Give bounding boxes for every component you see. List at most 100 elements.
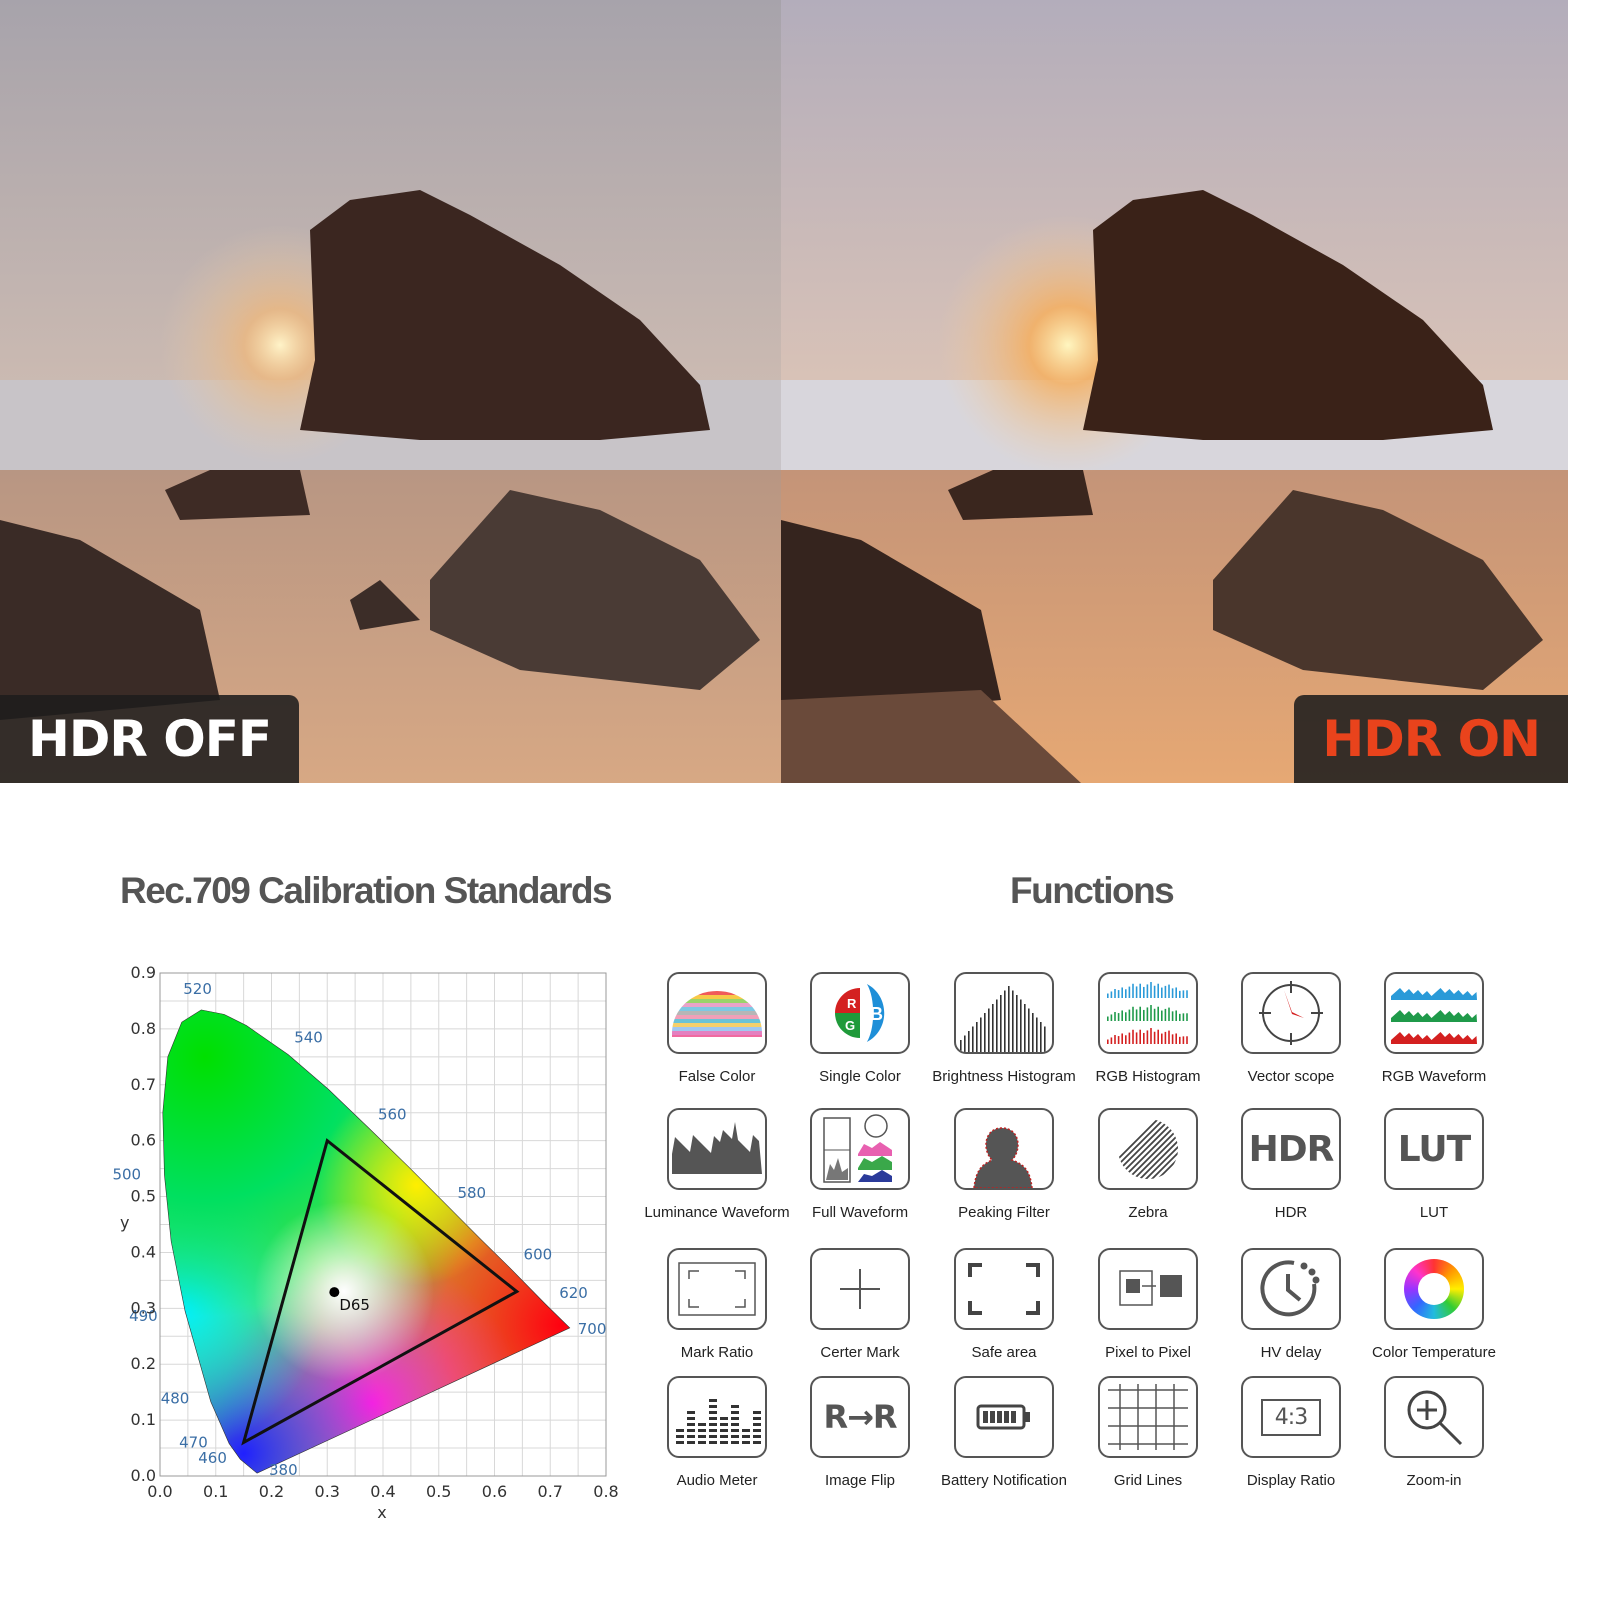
function-label: Safe area xyxy=(971,1344,1037,1361)
function-label: Peaking Filter xyxy=(958,1204,1050,1221)
function-color-temperature: Color Temperature xyxy=(1359,1248,1509,1361)
svg-text:R: R xyxy=(847,996,857,1011)
x-axis-label: x xyxy=(377,1503,386,1522)
function-peaking-filter: Peaking Filter xyxy=(929,1108,1079,1221)
wavelength-label: 520 xyxy=(183,980,212,998)
function-label: Pixel to Pixel xyxy=(1105,1344,1191,1361)
hv-delay-icon xyxy=(1256,1254,1326,1324)
rgb-histogram-icon xyxy=(1103,978,1193,1048)
safe-area-icon xyxy=(964,1259,1044,1319)
wavelength-label: 460 xyxy=(198,1449,227,1467)
function-icon-box xyxy=(1098,1376,1198,1458)
d65-label: D65 xyxy=(339,1296,370,1314)
wavelength-label: 470 xyxy=(179,1434,208,1452)
function-display-ratio: 4:3 Display Ratio xyxy=(1216,1376,1366,1489)
y-tick-label: 0.8 xyxy=(131,1019,156,1038)
function-label: Full Waveform xyxy=(811,1204,909,1221)
function-full-waveform: Full Waveform xyxy=(785,1108,935,1221)
y-tick-label: 0.2 xyxy=(131,1354,156,1373)
single-color-icon: RGB xyxy=(825,978,895,1048)
function-icon-box xyxy=(1098,1108,1198,1190)
y-tick-label: 0.3 xyxy=(131,1298,156,1317)
function-lut: LUT LUT xyxy=(1359,1108,1509,1221)
function-icon-box: RGB xyxy=(810,972,910,1054)
function-icon-box xyxy=(1384,1376,1484,1458)
y-tick-label: 0.7 xyxy=(131,1075,156,1094)
wavelength-label: 600 xyxy=(524,1246,553,1264)
x-tick-label: 0.1 xyxy=(203,1482,228,1501)
wavelength-label: 580 xyxy=(457,1184,486,1202)
x-tick-label: 0.8 xyxy=(593,1482,618,1501)
function-label: RGB Histogram xyxy=(1095,1068,1201,1085)
function-label: Color Temperature xyxy=(1372,1344,1496,1361)
wavelength-label: 500 xyxy=(112,1165,141,1183)
function-icon-box: HDR xyxy=(1241,1108,1341,1190)
lut-icon: LUT xyxy=(1397,1128,1471,1170)
x-tick-label: 0.6 xyxy=(482,1482,507,1501)
function-icon-box xyxy=(1098,972,1198,1054)
function-icon-box xyxy=(1098,1248,1198,1330)
function-icon-box xyxy=(1241,972,1341,1054)
function-icon-box xyxy=(1384,1248,1484,1330)
function-false-color: False Color xyxy=(642,972,792,1085)
display-ratio-icon: 4:3 xyxy=(1260,1398,1322,1436)
hdr-off-label: HDR OFF xyxy=(0,695,300,783)
function-vector-scope: Vector scope xyxy=(1216,972,1366,1085)
wavelength-label: 540 xyxy=(294,1029,323,1047)
function-certer-mark: Certer Mark xyxy=(785,1248,935,1361)
function-icon-box xyxy=(667,1108,767,1190)
hdr-on-photo: HDR ON xyxy=(781,0,1568,783)
function-icon-box xyxy=(1384,972,1484,1054)
d65-white-point xyxy=(329,1287,340,1298)
function-label: HDR xyxy=(1274,1204,1308,1221)
battery-icon xyxy=(974,1402,1034,1432)
zebra-icon xyxy=(1113,1114,1183,1184)
wavelength-label: 380 xyxy=(269,1461,298,1479)
wavelength-label: 560 xyxy=(378,1105,407,1123)
function-label: Image Flip xyxy=(824,1472,896,1489)
pixel-to-pixel-icon xyxy=(1106,1261,1190,1317)
grid-lines-icon xyxy=(1106,1382,1190,1452)
audio-meter-icon xyxy=(672,1387,762,1447)
image-flip-icon: R→R xyxy=(823,1398,897,1436)
function-luminance-waveform: Luminance Waveform xyxy=(642,1108,792,1221)
full-waveform-icon xyxy=(820,1112,900,1186)
function-icon-box: LUT xyxy=(1384,1108,1484,1190)
wavelength-label: 700 xyxy=(578,1320,607,1338)
functions-title: Functions xyxy=(1010,870,1175,911)
function-zebra: Zebra xyxy=(1073,1108,1223,1221)
function-label: Zebra xyxy=(1128,1204,1168,1221)
function-safe-area: Safe area xyxy=(929,1248,1079,1361)
luminance-waveform-icon xyxy=(672,1119,762,1179)
function-label: Certer Mark xyxy=(820,1344,900,1361)
x-tick-label: 0.4 xyxy=(370,1482,395,1501)
function-icon-box: R→R xyxy=(810,1376,910,1458)
function-label: Single Color xyxy=(819,1068,901,1085)
y-axis-label: y xyxy=(120,1213,129,1232)
function-icon-box xyxy=(810,1108,910,1190)
function-label: Zoom-in xyxy=(1406,1472,1462,1489)
function-icon-box xyxy=(667,972,767,1054)
y-tick-label: 0.5 xyxy=(131,1187,156,1206)
function-icon-box xyxy=(1241,1248,1341,1330)
svg-text:G: G xyxy=(845,1018,855,1033)
rgb-waveform-icon xyxy=(1391,980,1477,1046)
function-rgb-histogram: RGB Histogram xyxy=(1073,972,1223,1085)
center-mark-icon xyxy=(835,1264,885,1314)
zoom-in-icon xyxy=(1399,1382,1469,1452)
mark-ratio-icon xyxy=(675,1259,759,1319)
cie-chromaticity-chart: D653804604704804905005205405605806006207… xyxy=(112,963,618,1522)
y-tick-label: 0.6 xyxy=(131,1131,156,1150)
function-icon-box xyxy=(667,1248,767,1330)
function-icon-box xyxy=(954,1108,1054,1190)
function-label: Mark Ratio xyxy=(680,1344,754,1361)
y-tick-label: 0.4 xyxy=(131,1242,156,1261)
peaking-filter-icon xyxy=(956,1110,1052,1188)
vector-scope-icon xyxy=(1256,978,1326,1048)
function-grid-lines: Grid Lines xyxy=(1073,1376,1223,1489)
false-color-icon xyxy=(672,983,762,1043)
hdr-on-label: HDR ON xyxy=(1294,695,1568,783)
function-icon-box xyxy=(954,1248,1054,1330)
function-icon-box xyxy=(810,1248,910,1330)
function-label: Display Ratio xyxy=(1246,1472,1336,1489)
